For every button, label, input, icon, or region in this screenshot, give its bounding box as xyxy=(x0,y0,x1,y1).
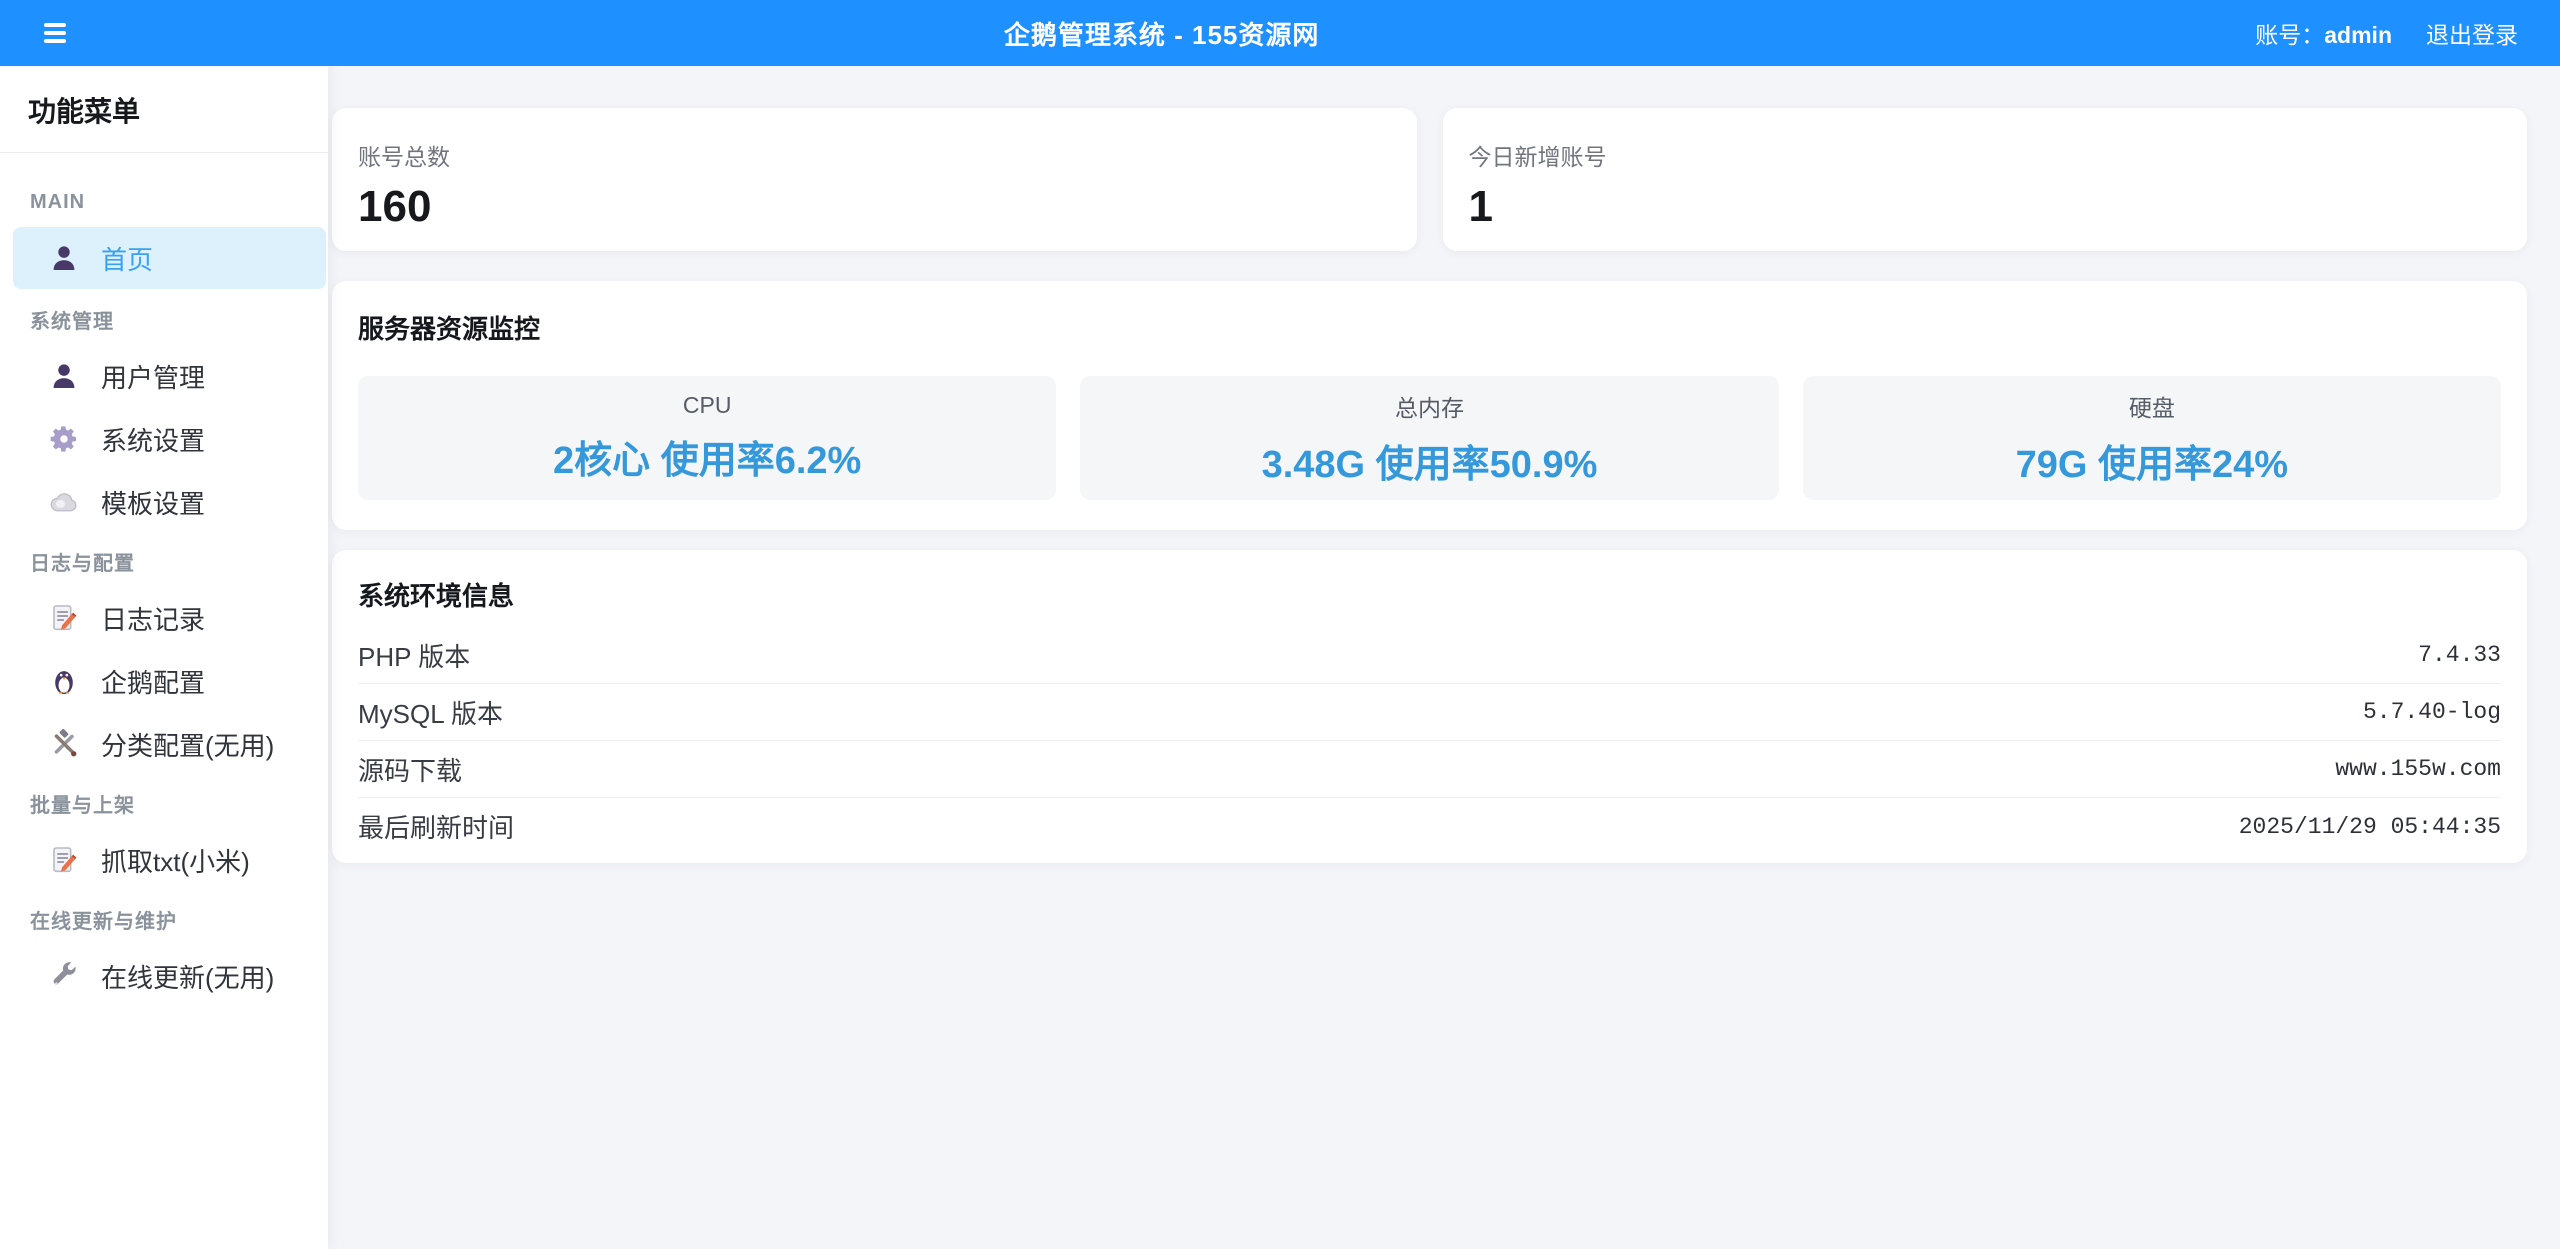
sidebar-item-label: 模板设置 xyxy=(101,484,205,521)
sidebar-item-system-settings[interactable]: 系统设置 xyxy=(13,410,326,468)
sidebar-item-label: 日志记录 xyxy=(101,600,205,637)
sidebar-item-label: 抓取txt(小米) xyxy=(101,842,250,879)
env-row-last-refresh: 最后刷新时间 2025/11/29 05:44:35 xyxy=(358,798,2501,855)
env-value: 5.7.40-log xyxy=(2363,699,2501,725)
sidebar-item-label: 用户管理 xyxy=(101,358,205,395)
sidebar-nav: MAIN 首页 系统管理 用户管理 系统设置 模板设置 日志与配置 xyxy=(0,153,328,1005)
section-label: 系统管理 xyxy=(0,305,328,342)
card-title: 服务器资源监控 xyxy=(358,309,2501,346)
server-monitor-card: 服务器资源监控 CPU 2核心 使用率6.2% 总内存 3.48G 使用率50.… xyxy=(332,281,2527,530)
section-label: MAIN xyxy=(0,191,328,222)
system-env-card: 系统环境信息 PHP 版本 7.4.33 MySQL 版本 5.7.40-log… xyxy=(332,550,2527,863)
sidebar-item-online-update[interactable]: 在线更新(无用) xyxy=(13,947,326,1005)
template-icon xyxy=(48,486,80,518)
page-title: 企鹅管理系统 - 155资源网 xyxy=(68,15,2255,52)
sidebar-item-grab-txt[interactable]: 抓取txt(小米) xyxy=(13,831,326,889)
sidebar-section-system: 系统管理 用户管理 系统设置 模板设置 xyxy=(0,305,328,531)
user-icon xyxy=(48,242,80,274)
stat-value: 1 xyxy=(1469,182,2528,232)
sidebar-item-label: 在线更新(无用) xyxy=(101,958,274,995)
section-label: 日志与配置 xyxy=(0,547,328,584)
wrench-icon xyxy=(48,960,80,992)
disk-tile: 硬盘 79G 使用率24% xyxy=(1803,376,2501,500)
section-label: 批量与上架 xyxy=(0,789,328,826)
sidebar-section-logs: 日志与配置 日志记录 企鹅配置 分类配置(无用) xyxy=(0,547,328,773)
tile-label: CPU xyxy=(683,392,732,419)
main-content: 账号总数 160 今日新增账号 1 服务器资源监控 CPU 2核心 使用率6.2… xyxy=(328,66,2560,1249)
sidebar-item-home[interactable]: 首页 xyxy=(13,227,326,289)
sidebar-item-user-management[interactable]: 用户管理 xyxy=(13,347,326,405)
stat-card-total-accounts: 账号总数 160 xyxy=(332,108,1417,251)
memo-icon xyxy=(48,844,80,876)
penguin-icon xyxy=(48,665,80,697)
stat-label: 今日新增账号 xyxy=(1469,138,2528,172)
sidebar-item-label: 系统设置 xyxy=(101,421,205,458)
sidebar-item-category-config[interactable]: 分类配置(无用) xyxy=(13,715,326,773)
sidebar-section-batch: 批量与上架 抓取txt(小米) xyxy=(0,789,328,889)
stat-value: 160 xyxy=(358,182,1417,232)
user-icon xyxy=(48,360,80,392)
tile-value: 2核心 使用率6.2% xyxy=(553,429,861,484)
env-row-mysql-version: MySQL 版本 5.7.40-log xyxy=(358,684,2501,741)
card-title: 系统环境信息 xyxy=(358,576,2501,613)
env-label: 源码下载 xyxy=(358,751,462,788)
env-label: MySQL 版本 xyxy=(358,694,503,731)
env-value: 7.4.33 xyxy=(2418,642,2501,668)
sidebar-item-label: 企鹅配置 xyxy=(101,663,205,700)
env-row-php-version: PHP 版本 7.4.33 xyxy=(358,627,2501,684)
sidebar: 功能菜单 MAIN 首页 系统管理 用户管理 系统设置 模板设置 xyxy=(0,66,328,1249)
sidebar-item-label: 分类配置(无用) xyxy=(101,726,274,763)
sidebar-item-label: 首页 xyxy=(101,240,153,277)
sidebar-title: 功能菜单 xyxy=(0,66,328,152)
gear-icon xyxy=(48,423,80,455)
sidebar-section-main: MAIN 首页 xyxy=(0,191,328,289)
env-value: www.155w.com xyxy=(2335,756,2501,782)
tools-icon xyxy=(48,728,80,760)
sidebar-section-update: 在线更新与维护 在线更新(无用) xyxy=(0,905,328,1005)
env-row-source-download: 源码下载 www.155w.com xyxy=(358,741,2501,798)
sidebar-item-penguin-config[interactable]: 企鹅配置 xyxy=(13,652,326,710)
tile-label: 总内存 xyxy=(1395,389,1464,423)
memory-tile: 总内存 3.48G 使用率50.9% xyxy=(1080,376,1778,500)
sidebar-item-template-settings[interactable]: 模板设置 xyxy=(13,473,326,531)
env-label: 最后刷新时间 xyxy=(358,808,514,845)
menu-toggle-icon[interactable] xyxy=(44,19,68,47)
account-name: admin xyxy=(2324,22,2392,48)
account-info: 账号：admin xyxy=(2255,16,2392,50)
env-label: PHP 版本 xyxy=(358,637,470,674)
memo-icon xyxy=(48,602,80,634)
section-label: 在线更新与维护 xyxy=(0,905,328,942)
stat-card-new-accounts-today: 今日新增账号 1 xyxy=(1443,108,2528,251)
stat-label: 账号总数 xyxy=(358,138,1417,172)
env-value: 2025/11/29 05:44:35 xyxy=(2239,814,2501,840)
cpu-tile: CPU 2核心 使用率6.2% xyxy=(358,376,1056,500)
tile-value: 79G 使用率24% xyxy=(2016,433,2288,488)
top-header: 企鹅管理系统 - 155资源网 账号：admin 退出登录 xyxy=(0,0,2560,66)
logout-button[interactable]: 退出登录 xyxy=(2426,16,2518,50)
tile-value: 3.48G 使用率50.9% xyxy=(1262,433,1598,488)
tile-label: 硬盘 xyxy=(2129,389,2175,423)
sidebar-item-log-records[interactable]: 日志记录 xyxy=(13,589,326,647)
